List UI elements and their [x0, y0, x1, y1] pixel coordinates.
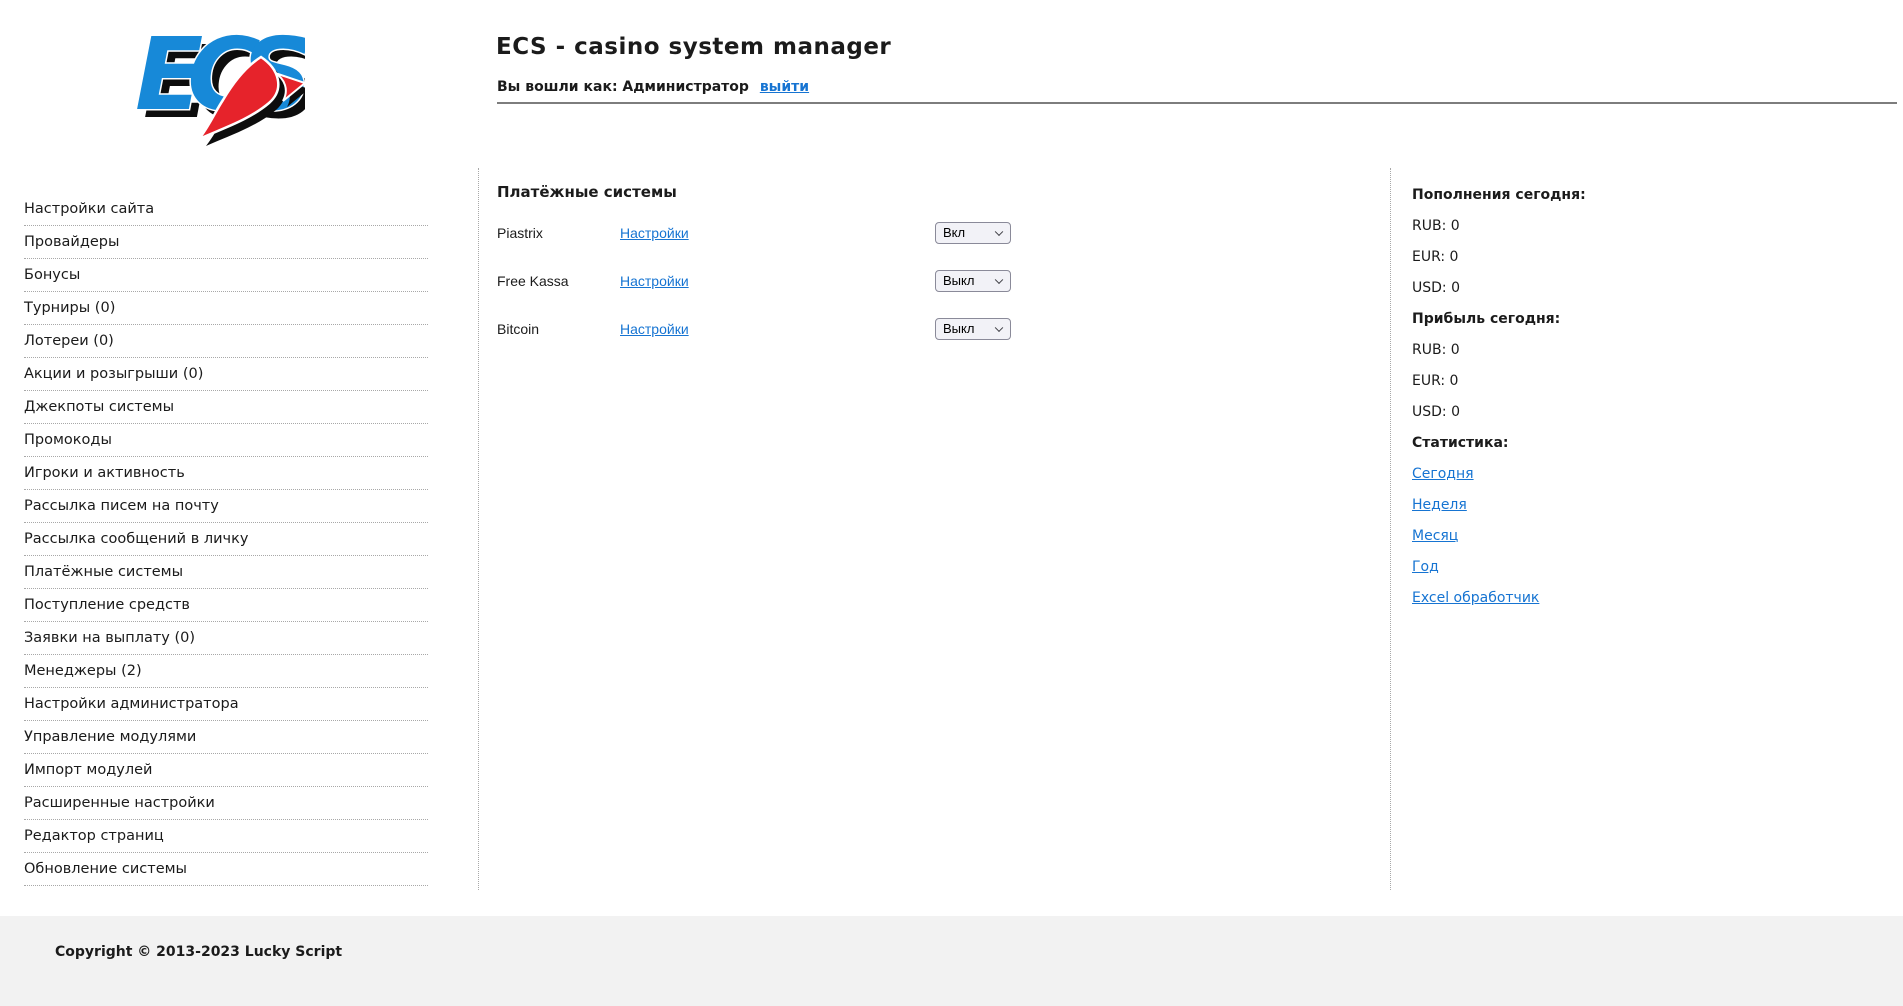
sidebar-item[interactable]: Рассылка писем на почту — [24, 490, 428, 523]
ecs-logo: ECS ECS — [133, 15, 332, 146]
payment-systems-panel: Платёжные системы Piastrix Настройки Вкл… — [497, 183, 1357, 357]
payment-row: Free Kassa Настройки Выкл — [497, 261, 1357, 301]
page-title: ECS - casino system manager — [496, 34, 892, 60]
statistics-links: Сегодня Неделя Месяц Год Excel обработчик — [1412, 465, 1872, 608]
sidebar-item[interactable]: Редактор страниц — [24, 820, 428, 853]
sidebar-item[interactable]: Настройки сайта — [24, 193, 428, 226]
login-status-text: Вы вошли как: Администратор — [497, 79, 749, 95]
currency-value: USD: 0 — [1412, 404, 1460, 420]
sidebar-item[interactable]: Расширенные настройки — [24, 787, 428, 820]
login-status: Вы вошли как: Администратор выйти — [497, 79, 809, 96]
payment-state-select-wrap: Выкл — [935, 270, 1011, 292]
deposits-today-title: Пополнения сегодня: — [1412, 187, 1586, 203]
statistics-link[interactable]: Год — [1412, 559, 1439, 575]
sidebar-item[interactable]: Промокоды — [24, 424, 428, 457]
copyright-text: Copyright © 2013-2023 Lucky Script — [55, 944, 343, 960]
sidebar-item[interactable]: Лотереи (0) — [24, 325, 428, 358]
statistics-title: Статистика: — [1412, 435, 1509, 451]
payment-row: Piastrix Настройки Вкл — [497, 213, 1357, 253]
payment-settings-link[interactable]: Настройки — [620, 273, 689, 289]
sidebar-item[interactable]: Импорт модулей — [24, 754, 428, 787]
payment-name: Piastrix — [497, 225, 543, 241]
currency-value: USD: 0 — [1412, 280, 1460, 296]
sidebar-item[interactable]: Менеджеры (2) — [24, 655, 428, 688]
payment-settings-link[interactable]: Настройки — [620, 321, 689, 337]
payment-name: Bitcoin — [497, 321, 540, 337]
main-stats-divider — [1390, 168, 1391, 890]
footer: Copyright © 2013-2023 Lucky Script — [0, 916, 1903, 1006]
sidebar-item[interactable]: Заявки на выплату (0) — [24, 622, 428, 655]
sidebar-item[interactable]: Поступление средств — [24, 589, 428, 622]
sidebar-item[interactable]: Джекпоты системы — [24, 391, 428, 424]
sidebar-item[interactable]: Управление модулями — [24, 721, 428, 754]
payment-state-select-wrap: Выкл — [935, 318, 1011, 340]
sidebar-main-divider — [478, 168, 479, 890]
payment-rows: Piastrix Настройки Вкл Free Kassa Настро… — [497, 213, 1357, 349]
profit-today-values: RUB: 0 EUR: 0 USD: 0 — [1412, 341, 1872, 422]
payment-state-select-wrap: Вкл — [935, 222, 1011, 244]
statistics-link[interactable]: Месяц — [1412, 528, 1458, 544]
currency-value: RUB: 0 — [1412, 342, 1460, 358]
logout-link[interactable]: выйти — [760, 79, 809, 95]
sidebar-item[interactable]: Турниры (0) — [24, 292, 428, 325]
sidebar-item[interactable]: Обновление системы — [24, 853, 428, 886]
sidebar-item[interactable]: Настройки администратора — [24, 688, 428, 721]
payment-name: Free Kassa — [497, 273, 569, 289]
payment-settings-link[interactable]: Настройки — [620, 225, 689, 241]
stats-panel: Пополнения сегодня: RUB: 0 EUR: 0 USD: 0 П… — [1412, 186, 1872, 620]
header-divider — [497, 102, 1897, 104]
sidebar: Настройки сайта Провайдеры Бонусы Турнир… — [24, 193, 428, 886]
currency-value: EUR: 0 — [1412, 373, 1459, 389]
payment-row: Bitcoin Настройки Выкл — [497, 309, 1357, 349]
statistics-link[interactable]: Сегодня — [1412, 466, 1474, 482]
currency-value: RUB: 0 — [1412, 218, 1460, 234]
statistics-link[interactable]: Excel обработчик — [1412, 590, 1539, 606]
payment-systems-heading: Платёжные системы — [497, 183, 677, 201]
currency-value: EUR: 0 — [1412, 249, 1459, 265]
payment-state-select[interactable]: Выкл — [935, 270, 1011, 292]
statistics-link[interactable]: Неделя — [1412, 497, 1467, 513]
deposits-today-values: RUB: 0 EUR: 0 USD: 0 — [1412, 217, 1872, 298]
sidebar-item[interactable]: Бонусы — [24, 259, 428, 292]
sidebar-item[interactable]: Игроки и активность — [24, 457, 428, 490]
profit-today-title: Прибыль сегодня: — [1412, 311, 1561, 327]
sidebar-item[interactable]: Провайдеры — [24, 226, 428, 259]
sidebar-item[interactable]: Рассылка сообщений в личку — [24, 523, 428, 556]
payment-state-select[interactable]: Выкл — [935, 318, 1011, 340]
sidebar-item[interactable]: Платёжные системы — [24, 556, 428, 589]
payment-state-select[interactable]: Вкл — [935, 222, 1011, 244]
sidebar-item[interactable]: Акции и розыгрыши (0) — [24, 358, 428, 391]
